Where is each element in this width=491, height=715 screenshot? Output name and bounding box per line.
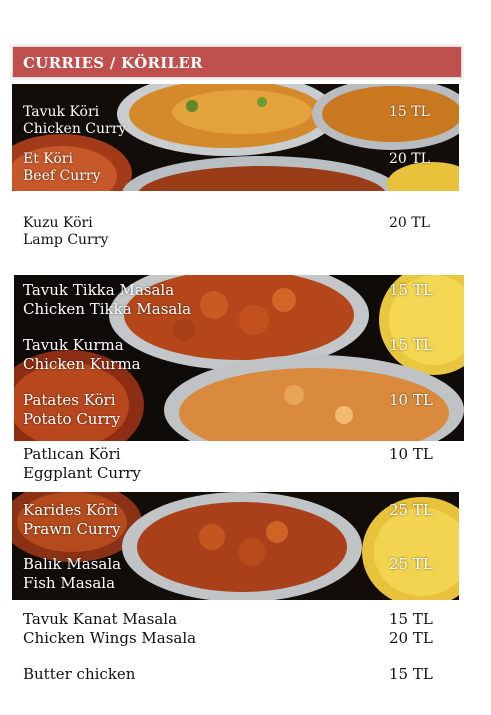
menu-item: Patates Köri Potato Curry bbox=[23, 391, 120, 429]
menu-item: Tavuk Köri Chicken Curry bbox=[23, 104, 126, 138]
item-name-en: Eggplant Curry bbox=[23, 464, 141, 482]
item-price: 20 TL bbox=[389, 151, 430, 167]
item-name-tr: Balık Masala bbox=[23, 555, 122, 573]
item-price: 25 TL bbox=[389, 555, 433, 573]
item-name-en: Chicken Curry bbox=[23, 121, 127, 137]
item-name-en: Lamp Curry bbox=[23, 232, 109, 248]
item-name-en: Fish Masala bbox=[23, 574, 116, 592]
item-name-tr: Butter chicken bbox=[23, 665, 136, 683]
item-name-en: Chicken Tikka Masala bbox=[23, 300, 192, 318]
item-name-tr: Tavuk Tikka Masala bbox=[23, 281, 175, 299]
menu-item: Patlıcan Köri Eggplant Curry bbox=[23, 445, 141, 483]
item-name-tr: Tavuk Kurma bbox=[23, 336, 124, 354]
section-header: CURRIES / KÖRILER bbox=[12, 46, 462, 78]
menu-item: Tavuk Tikka Masala Chicken Tikka Masala bbox=[23, 281, 191, 319]
item-price: 20 TL bbox=[389, 215, 430, 231]
item-name-tr: Patates Köri bbox=[23, 391, 116, 409]
item-price: 10 TL bbox=[389, 445, 433, 463]
item-price-2: 20 TL bbox=[389, 629, 433, 647]
item-price: 15 TL bbox=[389, 104, 430, 120]
menu-item: Balık Masala Fish Masala bbox=[23, 555, 121, 593]
menu-item: Butter chicken bbox=[23, 665, 135, 684]
item-name-en: Beef Curry bbox=[23, 168, 101, 184]
item-name-en: Potato Curry bbox=[23, 410, 121, 428]
item-name-tr: Kuzu Köri bbox=[23, 215, 93, 231]
item-price: 15 TL bbox=[389, 336, 433, 354]
item-name-en: Prawn Curry bbox=[23, 520, 121, 538]
menu-item: Tavuk Kurma Chicken Kurma bbox=[23, 336, 141, 374]
menu-item: Kuzu Köri Lamp Curry bbox=[23, 215, 108, 249]
menu-item: Et Köri Beef Curry bbox=[23, 151, 101, 185]
item-price-1: 15 TL bbox=[389, 610, 433, 628]
item-name-tr: Tavuk Köri bbox=[23, 104, 100, 120]
item-price: 15 TL bbox=[389, 281, 433, 299]
item-name-en: Chicken Kurma bbox=[23, 355, 141, 373]
menu-item: Karides Köri Prawn Curry bbox=[23, 501, 120, 539]
menu-item: Tavuk Kanat Masala Chicken Wings Masala bbox=[23, 610, 196, 648]
item-price: 15 TL bbox=[389, 665, 433, 683]
item-price: 10 TL bbox=[389, 391, 433, 409]
item-price: 15 TL 20 TL bbox=[389, 610, 433, 648]
item-name-tr: Karides Köri bbox=[23, 501, 118, 519]
item-name-en: Chicken Wings Masala bbox=[23, 629, 197, 647]
item-name-tr: Tavuk Kanat Masala bbox=[23, 610, 178, 628]
item-name-tr: Et Köri bbox=[23, 151, 73, 167]
section-title: CURRIES / KÖRILER bbox=[23, 54, 203, 72]
item-price: 25 TL bbox=[389, 501, 433, 519]
item-name-tr: Patlıcan Köri bbox=[23, 445, 121, 463]
